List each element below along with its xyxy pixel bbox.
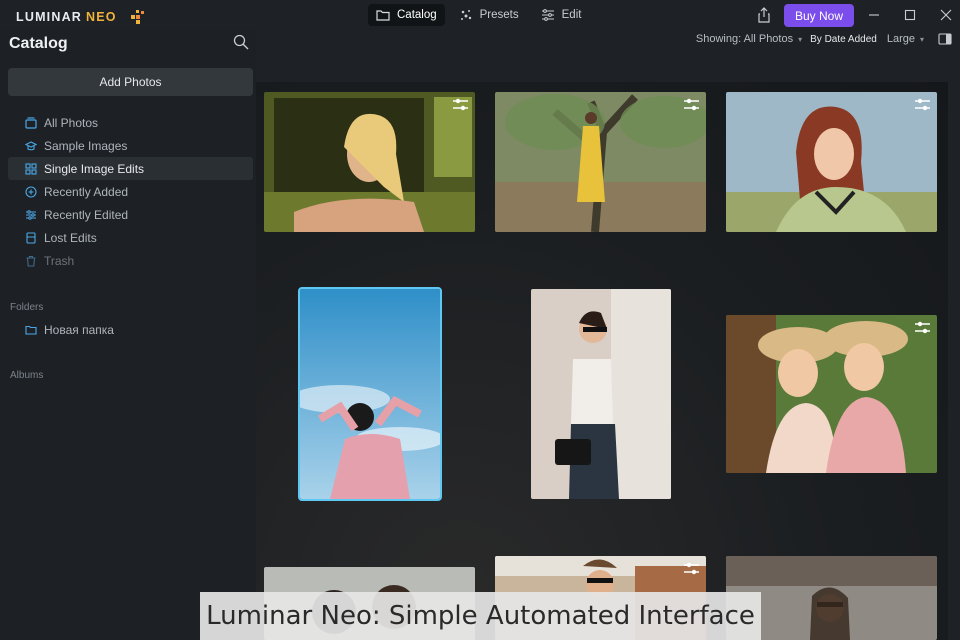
grid-icon	[25, 162, 37, 175]
folder-item[interactable]: Новая папка	[8, 318, 253, 341]
photo-hats-women	[726, 315, 937, 473]
sidebar-item-label: Trash	[44, 253, 75, 268]
sparkle-icon	[460, 10, 471, 20]
folder-icon	[25, 325, 37, 335]
search-icon[interactable]	[233, 34, 249, 50]
photo-tree-woman	[495, 92, 706, 232]
tab-edit-label: Edit	[561, 9, 582, 21]
chevron-down-icon: ▾	[919, 34, 924, 44]
sidebar-item-label: All Photos	[44, 115, 99, 130]
catalog-content: Showing: All Photos ▾ By Date Added Larg…	[256, 30, 960, 640]
logo-text: LUMINAR	[16, 10, 83, 24]
photos-icon	[25, 116, 37, 129]
edited-badge-icon	[684, 562, 699, 575]
luminar-window: LUMINARNEO Catalog Presets Edit Buy Now	[0, 0, 960, 640]
folder-list: Новая папка	[8, 318, 253, 341]
photo-redhead-woman	[726, 92, 937, 232]
sliders-icon	[26, 209, 36, 220]
albums-header[interactable]: Albums	[10, 370, 43, 381]
showing-filter[interactable]: Showing: All Photos	[696, 33, 793, 45]
page-title: Catalog	[9, 35, 68, 52]
logo-neo-text: NEO	[86, 10, 117, 24]
photo-grid	[256, 82, 948, 640]
sidebar-item-single-image-edits[interactable]: Single Image Edits	[8, 157, 253, 180]
sidebar-item-label: Sample Images	[44, 138, 128, 153]
sidebar-item-label: Single Image Edits	[44, 161, 145, 176]
sidebar: Catalog Add Photos All Photos Sample Ima…	[0, 30, 256, 640]
sidebar-item-label: Lost Edits	[44, 230, 97, 245]
folders-header: Folders	[10, 302, 44, 313]
sidebar-item-recently-added[interactable]: Recently Added	[8, 180, 253, 203]
photo-thumbnail-selected[interactable]	[298, 287, 442, 501]
sidebar-item-trash[interactable]: Trash	[8, 249, 253, 272]
sort-dropdown[interactable]: By Date Added	[810, 34, 877, 45]
share-icon[interactable]	[757, 7, 771, 23]
sidebar-item-sample-images[interactable]: Sample Images	[8, 134, 253, 157]
sidebar-item-recently-edited[interactable]: Recently Edited	[8, 203, 253, 226]
sidebar-item-all-photos[interactable]: All Photos	[8, 111, 253, 134]
maximize-icon[interactable]	[903, 8, 917, 22]
view-options: Showing: All Photos ▾ By Date Added Larg…	[696, 33, 952, 45]
catalog-nav: All Photos Sample Images Single Image Ed…	[8, 111, 253, 272]
app-logo: LUMINAR NEO	[16, 8, 147, 26]
folder-icon	[376, 10, 390, 21]
edited-badge-icon	[915, 321, 930, 334]
chevron-down-icon: ▾	[798, 34, 803, 44]
photo-bag-woman	[531, 289, 671, 499]
photo-thumbnail[interactable]	[531, 289, 671, 499]
size-dropdown[interactable]: Large	[887, 33, 915, 45]
sliders-icon	[541, 9, 554, 21]
minimize-icon[interactable]	[867, 8, 881, 22]
tab-catalog-label: Catalog	[397, 9, 437, 21]
caption-banner: Luminar Neo: Simple Automated Interface	[200, 592, 761, 640]
tab-edit[interactable]: Edit	[533, 4, 590, 26]
graduation-cap-icon	[25, 140, 37, 150]
sidebar-item-lost-edits[interactable]: Lost Edits	[8, 226, 253, 249]
mode-tabs: Catalog Presets Edit	[368, 4, 589, 26]
title-bar: LUMINAR NEO Catalog Presets Edit Buy Now	[0, 0, 960, 30]
plus-circle-icon	[25, 185, 37, 198]
panel-toggle-icon[interactable]	[938, 33, 952, 45]
logo-mark-icon	[130, 10, 144, 24]
tab-catalog[interactable]: Catalog	[368, 4, 445, 26]
document-icon	[26, 231, 36, 244]
trash-icon	[26, 255, 36, 267]
edited-badge-icon	[915, 98, 930, 111]
close-icon[interactable]	[939, 8, 953, 22]
sidebar-item-label: Recently Added	[44, 184, 129, 199]
tab-presets-label: Presets	[479, 9, 519, 21]
photo-thumbnail[interactable]	[264, 92, 475, 232]
buy-now-button[interactable]: Buy Now	[784, 4, 854, 27]
folder-label: Новая папка	[44, 322, 114, 337]
photo-car-woman	[264, 92, 475, 232]
photo-thumbnail[interactable]	[726, 315, 937, 473]
edited-badge-icon	[453, 98, 468, 111]
photo-thumbnail[interactable]	[495, 92, 706, 232]
edited-badge-icon	[684, 98, 699, 111]
add-photos-button[interactable]: Add Photos	[8, 68, 253, 96]
sidebar-item-label: Recently Edited	[44, 207, 129, 222]
photo-thumbnail[interactable]	[726, 92, 937, 232]
tab-presets[interactable]: Presets	[451, 4, 527, 26]
photo-sky-woman	[300, 289, 440, 499]
